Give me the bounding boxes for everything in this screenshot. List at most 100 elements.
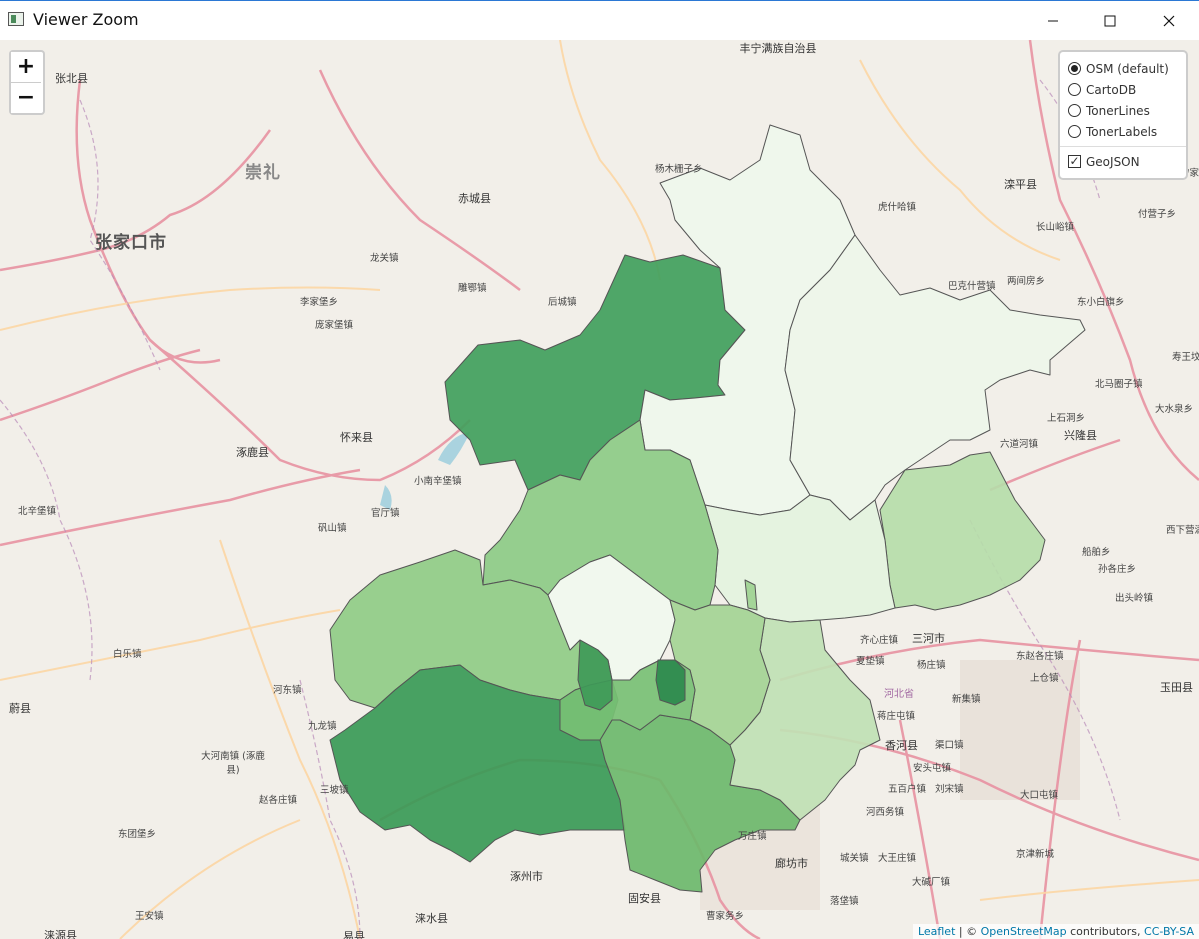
- place-label: 官厅镇: [371, 508, 400, 519]
- app-icon: [8, 12, 24, 26]
- minimize-button[interactable]: [1024, 1, 1082, 40]
- place-label: 曹家务乡: [706, 911, 745, 922]
- place-label: 杨木栅子乡: [655, 164, 703, 175]
- place-label: 赤城县: [458, 192, 491, 205]
- zoom-out-button[interactable]: −: [11, 82, 41, 113]
- place-label: 兴隆县: [1064, 429, 1097, 442]
- place-label: 寿王坟镇: [1172, 352, 1199, 363]
- place-label: 刘宋镇: [935, 784, 964, 795]
- place-label: 河西务镇: [866, 807, 905, 818]
- geojson-layer[interactable]: [0, 40, 1199, 939]
- place-label: 九龙镇: [308, 721, 337, 732]
- radio-icon[interactable]: [1068, 125, 1081, 138]
- place-label: 新集镇: [952, 694, 981, 705]
- minimize-icon: [1048, 20, 1058, 21]
- place-label: 大河南镇 (涿鹿县): [201, 751, 265, 776]
- place-label: 船舶乡: [1082, 547, 1111, 558]
- map-canvas[interactable]: 张北县 崇礼 张家口市 赤城县 丰宁满族自治县 龙关镇 雕鄂镇 后城镇 李家堡乡…: [0, 40, 1199, 939]
- place-label: 张家口市: [95, 233, 167, 253]
- place-label: 涿州市: [510, 870, 543, 883]
- place-label: 上仓镇: [1030, 673, 1059, 684]
- place-label: 丰宁满族自治县: [739, 42, 817, 55]
- place-label: 蒋庄屯镇: [877, 711, 916, 722]
- place-label: 巴克什营镇: [948, 281, 996, 292]
- district-pinggu: [879, 451, 1046, 611]
- place-label: 北马圈子镇: [1095, 379, 1143, 390]
- window-title: Viewer Zoom: [33, 10, 139, 29]
- layer-option-tonerlabels[interactable]: TonerLabels: [1068, 121, 1178, 142]
- zoom-control: + −: [9, 50, 45, 115]
- place-label: 上石洞乡: [1047, 413, 1086, 424]
- place-label: 怀来县: [340, 431, 373, 444]
- layer-option-label: OSM (default): [1086, 61, 1169, 76]
- maximize-icon: [1104, 15, 1116, 26]
- place-label: 西下营满族乡: [1166, 525, 1199, 536]
- place-label: 小南辛堡镇: [414, 476, 462, 487]
- place-label: 大口屯镇: [1020, 790, 1059, 801]
- place-label: 河北省: [884, 689, 914, 700]
- maximize-button[interactable]: [1081, 1, 1139, 40]
- overlay-option-label: GeoJSON: [1086, 154, 1140, 169]
- place-label: 夏垫镇: [856, 656, 885, 667]
- place-label: 廊坊市: [775, 857, 808, 870]
- zoom-in-button[interactable]: +: [11, 52, 41, 82]
- osm-link[interactable]: OpenStreetMap: [981, 925, 1067, 938]
- place-label: 蔚县: [9, 702, 31, 715]
- place-label: 五百户镇: [888, 784, 927, 795]
- layers-control: OSM (default) CartoDB TonerLines TonerLa…: [1058, 50, 1188, 180]
- layer-option-label: TonerLines: [1086, 103, 1150, 118]
- place-label: 庞家堡镇: [315, 320, 354, 331]
- place-label: 滦平县: [1004, 178, 1037, 191]
- place-label: 赵各庄镇: [259, 795, 298, 806]
- place-label: 三坡镇: [320, 785, 349, 796]
- place-label: 落垡镇: [830, 896, 859, 907]
- place-label: 杨庄镇: [917, 660, 946, 671]
- layer-option-cartodb[interactable]: CartoDB: [1068, 79, 1178, 100]
- leaflet-link[interactable]: Leaflet: [918, 925, 955, 938]
- app-window: Viewer Zoom 张北县 崇礼 张家口市 赤城县 丰宁满族自治县 龙关镇 …: [0, 0, 1199, 939]
- layer-option-osm[interactable]: OSM (default): [1068, 58, 1178, 79]
- overlay-option-geojson[interactable]: ✓ GeoJSON: [1068, 151, 1178, 172]
- radio-icon[interactable]: [1068, 83, 1081, 96]
- place-label: 东赵各庄镇: [1016, 651, 1064, 662]
- place-label: 三河市: [912, 632, 945, 645]
- place-label: 白乐镇: [113, 649, 142, 660]
- place-label: 王安镇: [135, 911, 164, 922]
- place-label: 京津新城: [1016, 849, 1055, 860]
- place-label: 易县: [343, 930, 365, 939]
- place-label: 出头岭镇: [1115, 593, 1154, 604]
- layers-divider: [1060, 146, 1186, 147]
- title-bar: Viewer Zoom: [0, 1, 1199, 40]
- attribution-contrib: contributors,: [1066, 925, 1145, 938]
- place-label: 孙各庄乡: [1098, 564, 1137, 575]
- layer-option-tonerlines[interactable]: TonerLines: [1068, 100, 1178, 121]
- place-label: 固安县: [628, 892, 661, 905]
- place-label: 付营子乡: [1138, 209, 1177, 220]
- checkbox-checked-icon[interactable]: ✓: [1068, 155, 1081, 168]
- place-label: 雕鄂镇: [458, 283, 487, 294]
- license-link[interactable]: CC-BY-SA: [1144, 925, 1194, 938]
- place-label: 涿鹿县: [236, 446, 269, 459]
- radio-selected-icon[interactable]: [1068, 62, 1081, 75]
- place-label: 崇礼: [245, 163, 281, 183]
- attribution: Leaflet | © OpenStreetMap contributors, …: [912, 924, 1199, 939]
- place-label: 北辛堡镇: [18, 506, 57, 517]
- district-xicheng: [655, 659, 686, 706]
- place-label: 后城镇: [548, 297, 577, 308]
- district-shunyi: [704, 494, 896, 623]
- layer-option-label: CartoDB: [1086, 82, 1137, 97]
- place-label: 大水泉乡: [1155, 404, 1194, 415]
- place-label: 张北县: [55, 72, 88, 85]
- place-label: 河东镇: [273, 685, 302, 696]
- layer-option-label: TonerLabels: [1086, 124, 1158, 139]
- place-label: 万庄镇: [738, 831, 767, 842]
- place-label: 矾山镇: [318, 523, 347, 534]
- place-label: 长山峪镇: [1036, 222, 1075, 233]
- place-label: 城关镇: [840, 853, 869, 864]
- place-label: 六道河镇: [1000, 439, 1039, 450]
- close-icon: [1163, 15, 1175, 26]
- radio-icon[interactable]: [1068, 104, 1081, 117]
- close-button[interactable]: [1140, 1, 1198, 40]
- place-label: 安头屯镇: [913, 763, 952, 774]
- attribution-sep: | ©: [955, 925, 981, 938]
